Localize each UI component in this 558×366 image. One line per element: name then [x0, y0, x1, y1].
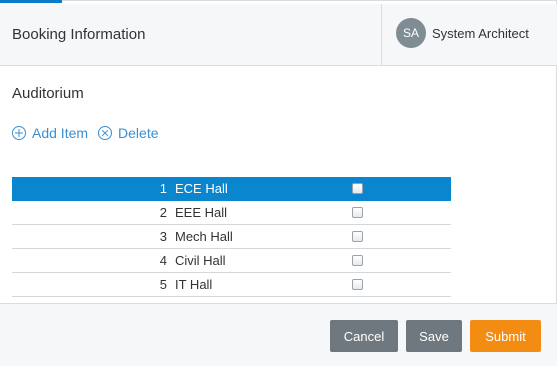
row-checkbox[interactable]: [352, 207, 363, 218]
row-number: 5: [159, 277, 167, 292]
row-name: Civil Hall: [175, 253, 226, 268]
row-number: 1: [159, 181, 167, 196]
header-divider: [381, 4, 382, 66]
add-item-button[interactable]: Add Item: [12, 125, 88, 141]
close-circle-icon: [98, 126, 113, 140]
user-chip[interactable]: SA System Architect: [396, 18, 529, 48]
auditorium-table: 1 ECE Hall 2 EEE Hall 3 Mech Hall 4 Civi…: [12, 177, 451, 297]
table-row[interactable]: 3 Mech Hall: [12, 225, 451, 249]
row-name: EEE Hall: [175, 205, 228, 220]
top-border: [62, 0, 556, 1]
avatar: SA: [396, 18, 426, 48]
form-footer: Cancel Save Submit: [0, 303, 557, 366]
row-number: 4: [159, 253, 167, 268]
section-title: Auditorium: [12, 85, 84, 102]
table-row[interactable]: 2 EEE Hall: [12, 201, 451, 225]
add-circle-icon: [12, 126, 26, 140]
row-name: Mech Hall: [175, 229, 233, 244]
submit-button[interactable]: Submit: [470, 320, 541, 352]
form-header: Booking Information SA System Architect: [0, 4, 557, 66]
row-number: 3: [159, 229, 167, 244]
row-checkbox[interactable]: [352, 255, 363, 266]
delete-button[interactable]: Delete: [98, 125, 159, 141]
save-button[interactable]: Save: [406, 320, 462, 352]
table-row[interactable]: 5 IT Hall: [12, 273, 451, 297]
booking-form: Booking Information SA System Architect …: [0, 0, 557, 366]
delete-label: Delete: [118, 125, 159, 141]
row-name: IT Hall: [175, 277, 213, 292]
row-number: 2: [159, 205, 167, 220]
page-title: Booking Information: [12, 26, 146, 43]
table-row[interactable]: 1 ECE Hall: [12, 177, 451, 201]
row-name: ECE Hall: [175, 181, 228, 196]
add-item-label: Add Item: [32, 125, 89, 141]
cancel-button[interactable]: Cancel: [330, 320, 398, 352]
user-name: System Architect: [432, 25, 529, 41]
table-actions: Add Item Delete: [12, 125, 169, 141]
active-tab-indicator: [0, 0, 62, 3]
row-checkbox[interactable]: [352, 183, 363, 194]
table-row[interactable]: 4 Civil Hall: [12, 249, 451, 273]
row-checkbox[interactable]: [352, 231, 363, 242]
row-checkbox[interactable]: [352, 279, 363, 290]
